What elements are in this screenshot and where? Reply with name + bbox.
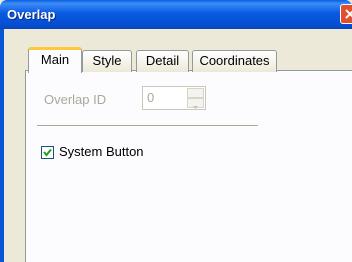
tab-main[interactable]: Main bbox=[28, 47, 82, 73]
dialog-window: Overlap Main Style Detail Coordinates Ov… bbox=[0, 0, 352, 262]
spin-up-button[interactable] bbox=[187, 88, 204, 100]
title-bar[interactable]: Overlap bbox=[0, 0, 352, 29]
close-button[interactable] bbox=[340, 4, 352, 24]
tab-detail-label: Detail bbox=[145, 53, 180, 68]
tab-style-label: Style bbox=[92, 53, 122, 68]
check-icon bbox=[43, 148, 52, 157]
tab-coordinates-label: Coordinates bbox=[199, 53, 270, 68]
chevron-down-icon bbox=[193, 106, 198, 109]
spin-buttons bbox=[187, 88, 204, 109]
separator bbox=[37, 125, 258, 127]
overlap-id-stepper[interactable]: 0 bbox=[142, 86, 206, 110]
tab-style[interactable]: Style bbox=[82, 50, 132, 72]
tab-coordinates[interactable]: Coordinates bbox=[192, 50, 277, 72]
tab-detail[interactable]: Detail bbox=[136, 50, 189, 72]
close-icon bbox=[345, 9, 352, 19]
overlap-id-value: 0 bbox=[147, 90, 155, 105]
spin-down-button[interactable] bbox=[187, 98, 204, 109]
overlap-id-label: Overlap ID bbox=[44, 92, 107, 107]
system-button-label: System Button bbox=[59, 144, 144, 159]
tab-main-label: Main bbox=[40, 52, 70, 67]
window-title: Overlap bbox=[7, 7, 56, 22]
system-button-checkbox[interactable] bbox=[41, 146, 54, 159]
